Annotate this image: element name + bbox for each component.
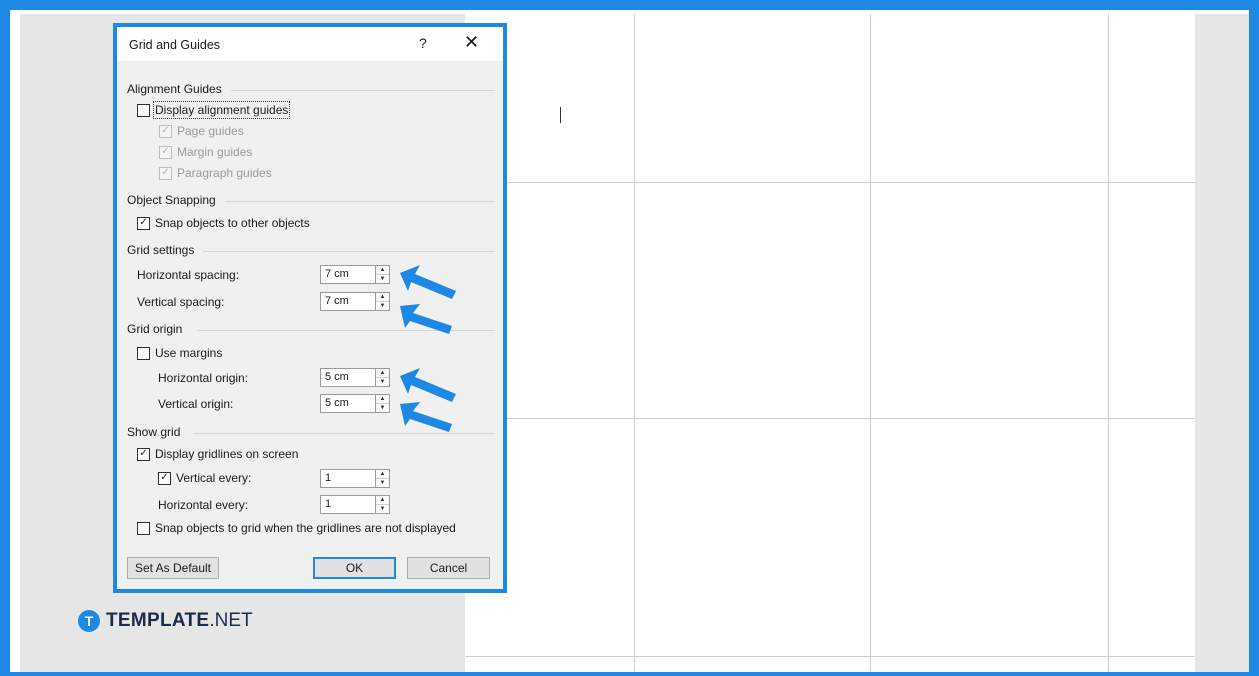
spin-down-icon[interactable]: ▼ [376,505,389,513]
display-alignment-guides-label: Display alignment guides [152,101,291,119]
section-divider [225,201,495,202]
horizontal-spacing-stepper[interactable]: 7 cm ▲ ▼ [320,265,390,284]
spin-down-icon[interactable]: ▼ [376,275,389,283]
use-margins-checkbox[interactable]: Use margins [137,346,222,360]
spin-up-icon[interactable]: ▲ [376,293,389,302]
section-grid-origin: Grid origin [127,322,183,336]
gridline-vertical [870,14,871,672]
horizontal-origin-label: Horizontal origin: [158,371,249,385]
vertical-spacing-input[interactable]: 7 cm [320,292,376,311]
spin-up-icon[interactable]: ▲ [376,395,389,404]
gridline-horizontal [465,182,1195,183]
horizontal-every-stepper[interactable]: 1 ▲ ▼ [320,495,390,514]
checkmark-icon: ✓ [159,124,172,138]
horizontal-origin-stepper[interactable]: 5 cm ▲ ▼ [320,368,390,387]
set-as-default-button[interactable]: Set As Default [127,557,219,579]
vertical-every-checkbox[interactable]: ✓ Vertical every: [158,471,251,485]
vertical-origin-label: Vertical origin: [158,397,234,411]
dialog-title: Grid and Guides [129,38,221,52]
horizontal-spacing-input[interactable]: 7 cm [320,265,376,284]
spin-down-icon[interactable]: ▼ [376,404,389,412]
vertical-every-stepper[interactable]: 1 ▲ ▼ [320,469,390,488]
checkbox-unchecked[interactable] [137,346,150,360]
template-net-logo: T TEMPLATE .NET [78,610,253,632]
snap-when-hidden-checkbox[interactable]: Snap objects to grid when the gridlines … [137,521,456,535]
document-page[interactable] [465,14,1195,672]
spin-up-icon[interactable]: ▲ [376,496,389,505]
margin-guides-checkbox: ✓ Margin guides [159,145,252,159]
horizontal-every-label: Horizontal every: [158,498,249,512]
section-grid-settings: Grid settings [127,243,195,257]
checkbox-unchecked[interactable] [137,103,150,117]
snap-when-hidden-label: Snap objects to grid when the gridlines … [155,521,456,535]
vertical-every-input[interactable]: 1 [320,469,376,488]
checkbox-unchecked[interactable] [137,521,150,535]
display-alignment-guides-checkbox[interactable]: Display alignment guides [137,101,291,119]
vertical-spacing-stepper[interactable]: 7 cm ▲ ▼ [320,292,390,311]
logo-word: TEMPLATE [106,610,210,631]
gridline-horizontal [465,656,1195,657]
gridline-vertical [634,14,635,672]
spin-up-icon[interactable]: ▲ [376,369,389,378]
snap-to-objects-label: Snap objects to other objects [155,216,310,230]
arrow-pointer-icon [400,304,452,334]
page-guides-checkbox: ✓ Page guides [159,124,244,138]
display-gridlines-label: Display gridlines on screen [155,447,299,461]
horizontal-spacing-label: Horizontal spacing: [137,268,240,282]
workspace-right-margin [1195,14,1249,672]
vertical-every-label: Vertical every: [176,471,252,485]
text-cursor [560,107,561,123]
ok-button[interactable]: OK [313,557,396,579]
checkmark-icon: ✓ [159,166,172,180]
dialog-titlebar[interactable]: Grid and Guides ? ✕ [117,27,503,61]
arrow-pointer-icon [400,402,452,432]
checkmark-icon: ✓ [159,145,172,159]
spin-up-icon[interactable]: ▲ [376,266,389,275]
page-guides-label: Page guides [177,124,244,138]
logo-mark-icon: T [78,610,100,632]
logo-suffix: .NET [209,610,253,631]
spin-up-icon[interactable]: ▲ [376,470,389,479]
use-margins-label: Use margins [155,346,223,360]
checkmark-icon[interactable]: ✓ [158,471,171,485]
section-alignment-guides: Alignment Guides [127,82,222,96]
spin-down-icon[interactable]: ▼ [376,378,389,386]
spin-down-icon[interactable]: ▼ [376,479,389,487]
paragraph-guides-label: Paragraph guides [177,166,272,180]
section-object-snapping: Object Snapping [127,193,216,207]
section-divider [231,90,495,91]
checkmark-icon[interactable]: ✓ [137,216,150,230]
paragraph-guides-checkbox: ✓ Paragraph guides [159,166,272,180]
margin-guides-label: Margin guides [177,145,253,159]
spin-down-icon[interactable]: ▼ [376,302,389,310]
gridline-horizontal [465,418,1195,419]
cancel-button[interactable]: Cancel [407,557,490,579]
arrow-pointer-icon [400,265,456,299]
vertical-spacing-label: Vertical spacing: [137,295,225,309]
vertical-origin-input[interactable]: 5 cm [320,394,376,413]
checkmark-icon[interactable]: ✓ [137,447,150,461]
display-gridlines-checkbox[interactable]: ✓ Display gridlines on screen [137,447,298,461]
vertical-origin-stepper[interactable]: 5 cm ▲ ▼ [320,394,390,413]
close-icon[interactable]: ✕ [464,32,479,53]
help-icon[interactable]: ? [419,35,427,51]
horizontal-origin-input[interactable]: 5 cm [320,368,376,387]
section-show-grid: Show grid [127,425,181,439]
gridline-vertical [1108,14,1109,672]
snap-to-objects-checkbox[interactable]: ✓ Snap objects to other objects [137,216,310,230]
section-divider [203,251,495,252]
horizontal-every-input[interactable]: 1 [320,495,376,514]
